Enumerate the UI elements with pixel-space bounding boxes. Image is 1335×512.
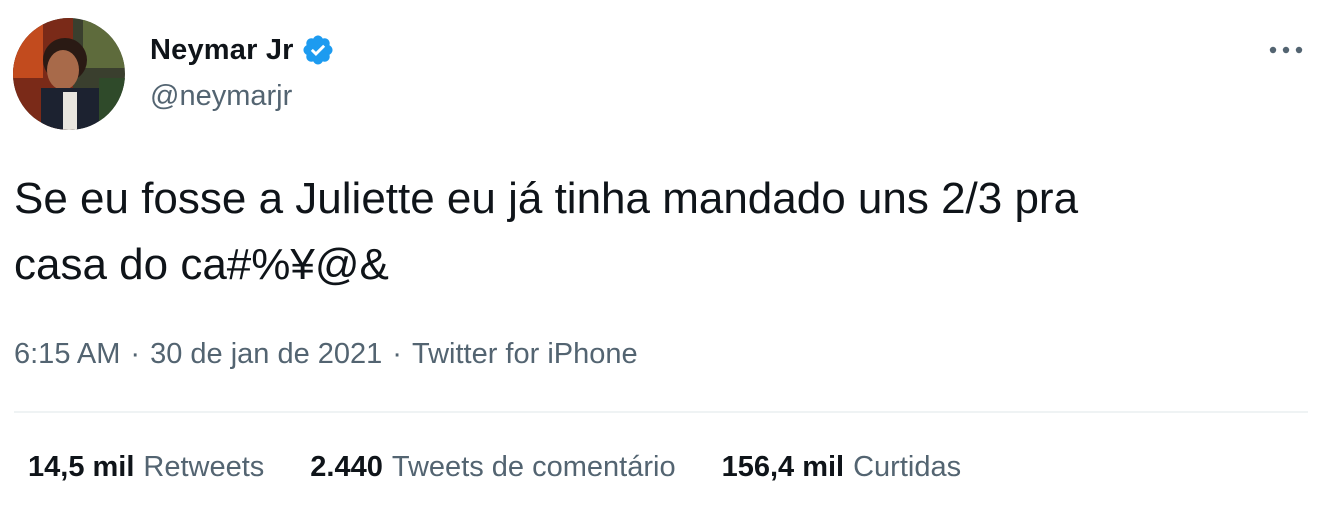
retweets-stat[interactable]: 14,5 mil Retweets: [28, 451, 264, 484]
meta-separator: ·: [392, 338, 402, 370]
tweet-meta: 6:15 AM · 30 de jan de 2021 · Twitter fo…: [14, 338, 638, 371]
tweet-date[interactable]: 30 de jan de 2021: [150, 338, 382, 371]
tweet-text: Se eu fosse a Juliette eu já tinha manda…: [14, 174, 1079, 289]
tweet-source[interactable]: Twitter for iPhone: [412, 338, 638, 371]
retweets-count: 14,5 mil: [28, 451, 135, 483]
meta-separator: ·: [130, 338, 141, 370]
quote-tweets-count: 2.440: [310, 451, 383, 483]
quote-tweets-label: Tweets de comentário: [391, 451, 676, 483]
quote-tweets-stat[interactable]: 2.440 Tweets de comentário: [310, 451, 675, 484]
author-name-row: Neymar Jr: [150, 30, 335, 70]
author-handle[interactable]: @neymarjr: [150, 80, 292, 113]
divider: [14, 411, 1308, 413]
tweet-card: Neymar Jr @neymarjr Se eu fosse a Juliet…: [0, 0, 1335, 512]
more-options-icon: [1269, 46, 1303, 54]
retweets-label: Retweets: [143, 451, 265, 483]
tweet-time[interactable]: 6:15 AM: [14, 338, 120, 371]
likes-stat[interactable]: 156,4 mil Curtidas: [722, 451, 962, 484]
author-avatar[interactable]: [13, 18, 125, 130]
verified-badge-icon: [301, 33, 335, 67]
tweet-stats: 14,5 mil Retweets 2.440 Tweets de coment…: [28, 451, 1007, 484]
more-options-button[interactable]: [1258, 32, 1314, 68]
profile-photo: [13, 18, 125, 130]
likes-label: Curtidas: [853, 451, 962, 483]
author-display-name[interactable]: Neymar Jr: [150, 34, 294, 67]
likes-count: 156,4 mil: [721, 451, 845, 483]
